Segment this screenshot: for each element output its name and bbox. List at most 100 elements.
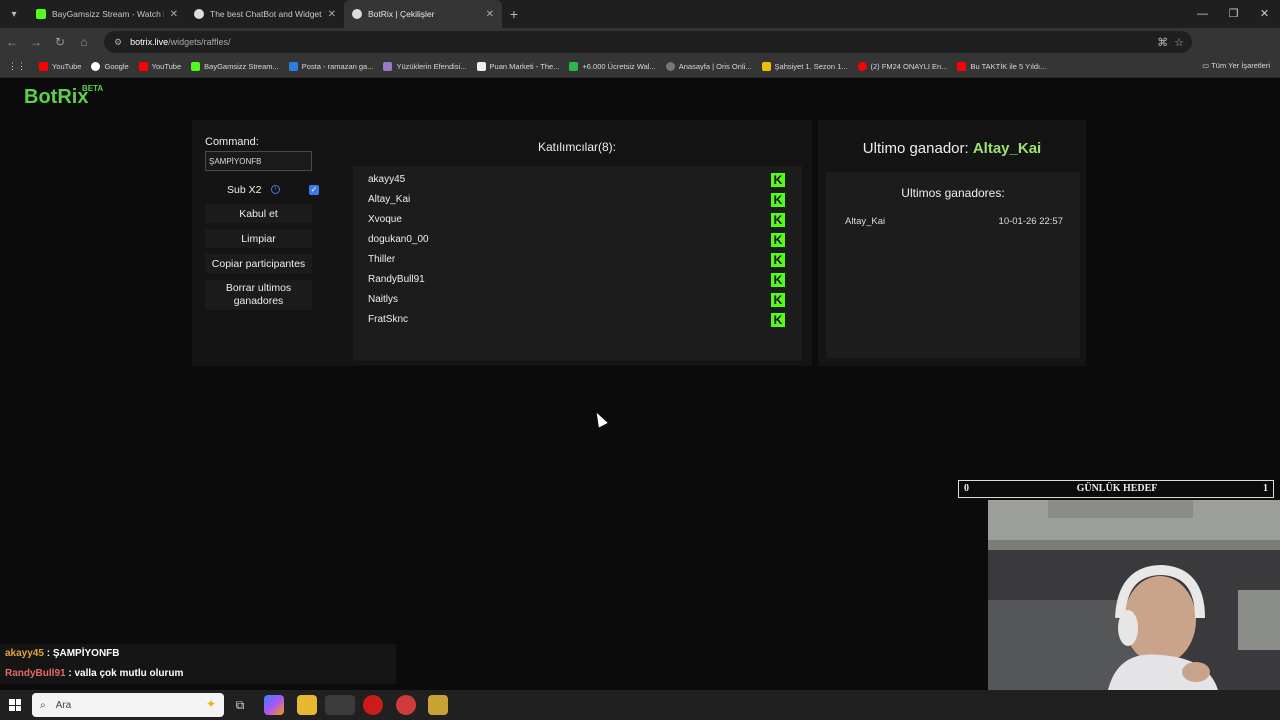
bookmark-label: +6.000 Ücretsiz Wal...: [582, 62, 656, 71]
tab-baygamsizz[interactable]: BayGamsizz Stream - Watch Live ✕: [28, 0, 186, 28]
bookmark-label: Yüzüklerin Efendisi...: [396, 62, 467, 71]
bookmark-item[interactable]: YouTube: [34, 62, 86, 71]
raffle-panel: Command: Sub X2 i ✓ Kabul et Limpiar Cop…: [192, 120, 812, 366]
bookmark-item[interactable]: Yüzüklerin Efendisi...: [378, 62, 471, 71]
bookmark-label: (2) FM24 ONAYLI En...: [870, 62, 948, 71]
app-icon[interactable]: [428, 695, 448, 715]
bookmark-item[interactable]: Google: [86, 62, 133, 71]
command-input[interactable]: [205, 151, 312, 171]
windows-start-icon[interactable]: [9, 699, 21, 711]
close-window-icon[interactable]: ✕: [1249, 0, 1280, 28]
kick-icon: K: [771, 213, 785, 227]
tab-chatbot[interactable]: The best ChatBot and Widgets ✕: [186, 0, 344, 28]
sub-x2-checkbox[interactable]: ✓: [309, 185, 319, 195]
tab-botrix-raffles[interactable]: BotRix | Çekilişler ✕: [344, 0, 502, 28]
winner-panel: Ultimo ganador: Altay_Kai Ultimos ganado…: [818, 120, 1086, 366]
task-view-icon[interactable]: ⧉: [230, 695, 250, 715]
imdb-icon: [761, 62, 771, 71]
participant-name: FratSknc: [368, 314, 409, 325]
youtube-icon: [957, 62, 967, 71]
mail-icon: [288, 62, 298, 71]
last-winner-heading: Ultimo ganador: Altay_Kai: [818, 140, 1086, 157]
address-toolbar: ← → ↻ ⌂ ⚙ botrix.live /widgets/raffles/ …: [0, 28, 1280, 76]
kick-icon: K: [771, 313, 785, 327]
reload-icon[interactable]: ↻: [48, 35, 72, 49]
taskbar-search[interactable]: ⌕ Ara ✦: [32, 693, 224, 717]
participant-name: dogukan0_00: [368, 234, 429, 245]
participant-row: akayy45 K: [368, 171, 788, 189]
back-arrow-icon[interactable]: ←: [0, 35, 24, 49]
url-bar[interactable]: ⚙ botrix.live /widgets/raffles/ ⌘ ☆: [104, 31, 1192, 53]
apps-grid-icon[interactable]: ⋮⋮: [0, 61, 34, 72]
tab-close-icon[interactable]: ✕: [328, 9, 336, 20]
participant-row: Xvoque K: [368, 211, 788, 229]
browser-tab-strip: ▾ BayGamsizz Stream - Watch Live ✕ The b…: [0, 0, 1280, 28]
forward-arrow-icon[interactable]: →: [24, 35, 48, 49]
bookmark-item[interactable]: Posta - ramazan ga...: [284, 62, 379, 71]
bookmark-item[interactable]: (2) FM24 ONAYLI En...: [853, 62, 953, 71]
bookmark-item[interactable]: Şahsiyet 1. Sezon 1...: [757, 62, 853, 71]
bookmark-item[interactable]: +6.000 Ücretsiz Wal...: [564, 62, 660, 71]
chat-username: akayy45: [5, 648, 44, 659]
all-bookmarks-folder[interactable]: ▭ Tüm Yer İşaretleri: [1202, 61, 1270, 70]
copilot-icon[interactable]: [264, 695, 284, 715]
bookmark-label: Bu TAKTİK ile 5 Yıldı...: [970, 62, 1047, 71]
bookmark-item[interactable]: Anasayfa | Oris Onli...: [661, 62, 757, 71]
winner-history-name: Altay_Kai: [845, 216, 886, 227]
chat-message: RandyBull91 : valla çok mutlu olurum: [0, 664, 396, 684]
participant-name: Naitlys: [368, 294, 399, 305]
bookmark-label: Anasayfa | Oris Onli...: [678, 62, 752, 71]
home-icon[interactable]: ⌂: [72, 35, 96, 49]
chat-text: : ŞAMPİYONFB: [43, 648, 120, 659]
file-explorer-icon[interactable]: [297, 695, 317, 715]
tab-title: BotRix | Çekilişler: [368, 9, 435, 19]
info-icon[interactable]: i: [271, 185, 280, 194]
bookmark-item[interactable]: BayGamsizz Stream...: [186, 62, 284, 71]
participant-row: RandyBull91 K: [368, 271, 788, 289]
obs-icon[interactable]: [396, 695, 416, 715]
clear-winners-button[interactable]: Borrar ultimos ganadores: [205, 280, 312, 310]
participant-name: Altay_Kai: [368, 194, 411, 205]
command-label: Command:: [205, 136, 259, 148]
tab-title: The best ChatBot and Widgets: [210, 9, 322, 19]
webcam-feed: [988, 500, 1280, 690]
kick-icon: K: [771, 193, 785, 207]
tab-close-icon[interactable]: ✕: [486, 9, 494, 20]
bookmark-item[interactable]: YouTube: [134, 62, 186, 71]
goal-current: 0: [964, 483, 969, 494]
minimize-icon[interactable]: —: [1187, 0, 1218, 28]
participant-row: Naitlys K: [368, 291, 788, 309]
daily-goal-bar: GÜNLÜK HEDEF 0 1: [958, 480, 1274, 498]
bookmark-star-icon[interactable]: ☆: [1174, 36, 1184, 49]
bookmark-label: Google: [104, 62, 129, 71]
copy-participants-button[interactable]: Copiar participantes: [205, 254, 312, 273]
winner-history-row: Altay_Kai 10-01-26 22:57: [845, 216, 1063, 227]
search-highlight-icon: ✦: [205, 697, 216, 711]
new-tab-plus-icon[interactable]: +: [502, 6, 526, 22]
kick-icon: K: [771, 233, 785, 247]
bookmark-label: YouTube: [52, 62, 82, 71]
kick-icon: K: [771, 293, 785, 307]
clear-button[interactable]: Limpiar: [205, 229, 312, 248]
chrome-icon[interactable]: [325, 695, 355, 715]
beta-badge: BETA: [82, 84, 104, 93]
tab-close-icon[interactable]: ✕: [170, 9, 178, 20]
search-placeholder: Ara: [55, 699, 72, 711]
translate-icon[interactable]: ⌘: [1157, 36, 1168, 49]
accept-button[interactable]: Kabul et: [205, 204, 312, 223]
sub-x2-row: Sub X2 i ✓: [205, 182, 319, 198]
bookmark-item[interactable]: Puan Marketi - The...: [472, 62, 565, 71]
site-info-icon[interactable]: ⚙: [114, 37, 122, 48]
kick-icon: K: [771, 173, 785, 187]
youtube-icon: [39, 62, 48, 71]
restore-icon[interactable]: ❐: [1218, 0, 1249, 28]
botrix-logo[interactable]: BotRix BETA: [24, 84, 103, 109]
twitch-icon: [383, 62, 393, 71]
all-bookmarks-label: Tüm Yer İşaretleri: [1211, 61, 1270, 70]
opera-icon[interactable]: [363, 695, 383, 715]
bookmark-item[interactable]: Bu TAKTİK ile 5 Yıldı...: [952, 62, 1051, 71]
tab-search-icon[interactable]: ▾: [0, 9, 28, 20]
botrix-favicon-icon: [352, 9, 362, 19]
url-path: /widgets/raffles/: [168, 37, 231, 47]
last-winner-name: Altay_Kai: [972, 140, 1042, 157]
